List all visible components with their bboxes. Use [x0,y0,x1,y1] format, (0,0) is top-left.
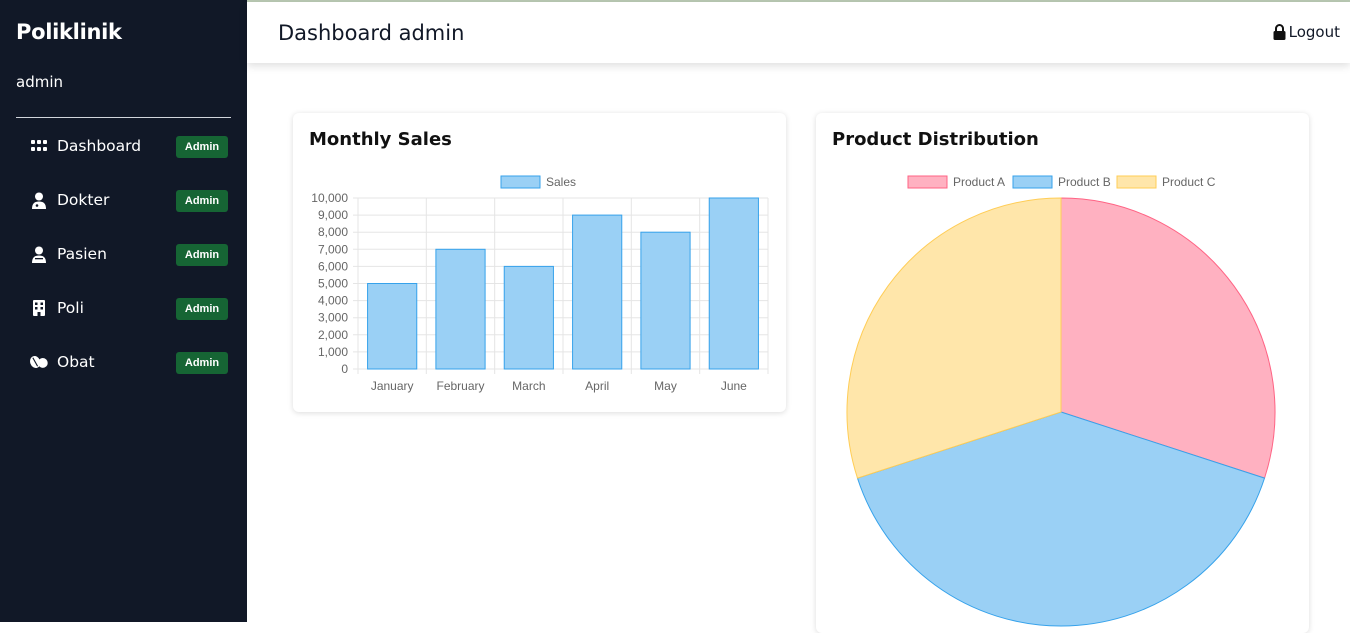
y-tick-label: 6,000 [318,259,348,273]
y-tick-label: 7,000 [318,242,348,256]
bar-june [708,197,759,370]
legend-swatch-sales [500,175,541,189]
sidebar-item-pasien[interactable]: Pasien Admin [30,239,230,269]
y-tick-label: 8,000 [318,225,348,239]
x-tick-label: February [436,379,484,393]
x-tick-label: April [585,379,609,393]
legend-label: Product A [953,175,1005,189]
role-badge: Admin [176,352,228,374]
sidebar-item-dashboard[interactable]: Dashboard Admin [30,131,230,161]
y-tick-label: 2,000 [318,328,348,342]
grid-icon [30,137,48,155]
x-tick-label: March [512,379,545,393]
page-title: Dashboard admin [278,21,465,45]
product-distribution-chart: Product A Product B Product C [846,175,1276,627]
bar-april [572,214,623,370]
monthly-sales-card: Monthly Sales Sales 0 1,000 2,000 3,000 4,000… [293,113,786,412]
x-tick-label: May [654,379,677,393]
y-tick-label: 3,000 [318,311,348,325]
user-name: admin [16,73,63,91]
bar-may [640,231,691,370]
sidebar-item-label: Dokter [57,191,110,209]
sidebar-item-label: Dashboard [57,137,142,155]
patient-icon [30,245,48,263]
sidebar: Poliklinik admin Dashboard Admin Dokter … [0,0,247,622]
sidebar-item-obat[interactable]: Obat Admin [30,347,230,377]
sidebar-item-label: Obat [57,353,95,371]
y-tick-label: 0 [341,362,348,376]
legend-swatch [907,175,948,189]
bar-march [503,265,554,370]
bar-january [367,283,418,370]
role-badge: Admin [176,244,228,266]
legend-swatch [1116,175,1157,189]
y-tick-label: 5,000 [318,277,348,291]
sidebar-item-poli[interactable]: Poli Admin [30,293,230,323]
brand-logo: Poliklinik [16,20,122,44]
x-tick-label: January [371,379,414,393]
y-tick-label: 4,000 [318,294,348,308]
legend-swatch [1012,175,1053,189]
monthly-sales-chart: Sales 0 1,000 2,000 3,000 4,000 5,000 6,000 7,00… [311,175,769,393]
y-tick-label: 9,000 [318,208,348,222]
y-tick-label: 10,000 [311,191,348,205]
doctor-icon [30,191,48,209]
product-distribution-card: Product Distribution Product A Product BP… [816,113,1309,633]
sidebar-divider [16,117,231,118]
role-badge: Admin [176,190,228,212]
legend-label: Product B [1058,175,1111,189]
sidebar-item-label: Poli [57,299,84,317]
sidebar-item-dokter[interactable]: Dokter Admin [30,185,230,215]
bar-february [435,248,486,370]
hospital-icon [30,299,48,317]
role-badge: Admin [176,136,228,158]
logout-button[interactable]: Logout [1273,23,1340,41]
lock-icon [1273,24,1286,40]
sidebar-item-label: Pasien [57,245,107,263]
role-badge: Admin [176,298,228,320]
legend-label-sales: Sales [546,175,576,189]
x-tick-label: June [721,379,747,393]
pills-icon [30,353,48,371]
y-tick-label: 1,000 [318,345,348,359]
legend-label: Product C [1162,175,1216,189]
top-header: Dashboard admin Logout [247,2,1350,63]
logout-label: Logout [1288,23,1340,41]
